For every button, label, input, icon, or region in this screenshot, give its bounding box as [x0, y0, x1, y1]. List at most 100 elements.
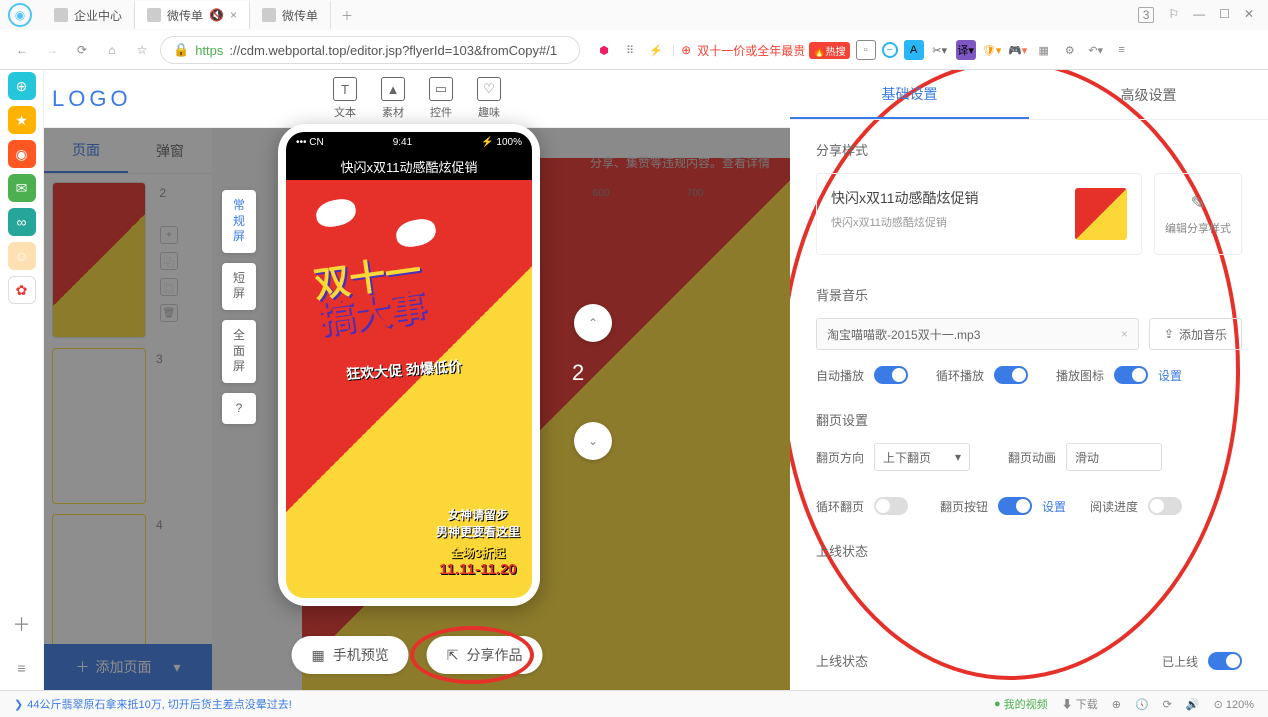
tab-enterprise[interactable]: 企业中心 — [42, 1, 135, 29]
os-add-icon[interactable]: ＋ — [8, 610, 36, 638]
clear-icon[interactable]: × — [1121, 327, 1128, 341]
news-ticker[interactable]: 44公斤翡翠原石拿来抵10万, 切开后货主差点没晕过去! — [27, 696, 292, 712]
ext-gear-icon[interactable]: ⚙ — [1060, 40, 1080, 60]
os-mail-icon[interactable]: ✉ — [8, 174, 36, 202]
badge-icon: 3 — [1138, 7, 1155, 23]
edit-icon: ✎ — [1190, 193, 1205, 214]
my-video-button[interactable]: ● 我的视频 — [994, 696, 1048, 712]
os-weibo-icon[interactable]: ◉ — [8, 140, 36, 168]
status-icon-2[interactable]: 🕔 — [1135, 698, 1149, 711]
page-btn-toggle[interactable] — [998, 497, 1032, 515]
scissors-icon[interactable]: ✂▾ — [930, 40, 950, 60]
autoplay-label: 自动播放 — [816, 367, 864, 384]
os-app-6-icon[interactable]: ☺ — [8, 242, 36, 270]
url-input[interactable]: 🔒 https://cdm.webportal.top/editor.jsp?f… — [160, 36, 580, 64]
maximize-icon[interactable]: ☐ — [1219, 7, 1230, 23]
minimize-icon[interactable]: — — [1193, 7, 1205, 23]
star-button[interactable]: ☆ — [130, 38, 154, 62]
control-icon: ▭ — [429, 77, 453, 101]
mute-icon[interactable]: 🔇 — [209, 8, 224, 22]
os-app-7-icon[interactable]: ✿ — [8, 276, 36, 304]
ext-purple-icon[interactable]: 译▾ — [956, 40, 976, 60]
ext-icon-2[interactable]: ⠿ — [620, 40, 640, 60]
status-volume-icon[interactable]: 🔊 — [1186, 698, 1200, 711]
tab-advanced-settings[interactable]: 高级设置 — [1029, 70, 1268, 119]
screen-help-button[interactable]: ? — [222, 393, 256, 425]
close-window-icon[interactable]: ✕ — [1244, 7, 1254, 23]
tab-flyer-2[interactable]: 微传单 — [250, 1, 331, 29]
pin-icon[interactable]: ⚐ — [1168, 7, 1179, 23]
chevron-down-icon: ▾ — [955, 450, 961, 464]
phone-preview: ••• CN9:41⚡ 100% 快闪x双11动感酷炫促销 双十一搞大事 狂欢大… — [278, 124, 540, 606]
edit-share-button[interactable]: ✎ 编辑分享样式 — [1154, 173, 1242, 255]
home-button[interactable]: ⌂ — [100, 38, 124, 62]
phone-poster: 双十一搞大事 狂欢大促 劲爆低价 女神请留步 男神更要看这里 全场3折起 11.… — [286, 180, 532, 598]
os-app-2-icon[interactable]: ★ — [8, 106, 36, 134]
page-loop-label: 循环翻页 — [816, 498, 864, 515]
screen-short-button[interactable]: 短 屏 — [222, 263, 256, 310]
page-btn-label: 翻页按钮 — [940, 498, 988, 515]
os-cloud-icon[interactable]: ∞ — [8, 208, 36, 236]
playicon-toggle[interactable] — [1114, 366, 1148, 384]
page-up-button[interactable]: ⌃ — [574, 304, 612, 342]
read-prog-toggle[interactable] — [1148, 497, 1182, 515]
ext-icon-1[interactable]: ⬢ — [594, 40, 614, 60]
app-logo: LOGO — [52, 86, 132, 112]
loop-toggle[interactable] — [994, 366, 1028, 384]
back-button[interactable]: ← — [10, 38, 34, 62]
page-icon — [147, 8, 161, 22]
trending-search[interactable]: 双十一价或全年最贵🔥热搜 — [697, 42, 849, 59]
new-tab-button[interactable]: ＋ — [331, 7, 363, 24]
share-card[interactable]: 快闪x双11动感酷炫促销 快闪x双11动感酷炫促销 — [816, 173, 1142, 255]
ext-undo-icon[interactable]: ↶▾ — [1086, 40, 1106, 60]
ext-box-icon[interactable]: ▫ — [856, 40, 876, 60]
ext-menu-icon[interactable]: ≡ — [1112, 40, 1132, 60]
os-sidebar: ⊕ ★ ◉ ✉ ∞ ☺ ✿ ＋ ≡ — [0, 70, 44, 690]
status-icon-1[interactable]: ⊕ — [1112, 698, 1121, 711]
image-icon: ▲ — [381, 77, 405, 101]
tab-basic-settings[interactable]: 基础设置 — [790, 70, 1029, 119]
bgm-file-input[interactable]: 淘宝喵喵歌-2015双十一.mp3 × — [816, 318, 1139, 350]
phone-title: 快闪x双11动感酷炫促销 — [286, 152, 532, 180]
ext-icon-3[interactable]: ⚡ — [646, 40, 666, 60]
ext-circle-icon[interactable]: − — [882, 42, 898, 58]
autoplay-toggle[interactable] — [874, 366, 908, 384]
screen-full-button[interactable]: 全 面 屏 — [222, 320, 256, 383]
tool-control[interactable]: ▭控件 — [429, 77, 453, 120]
editor-header: LOGO T文本 ▲素材 ▭控件 ♡趣味 — [44, 70, 790, 128]
tool-material[interactable]: ▲素材 — [381, 77, 405, 120]
loop-label: 循环播放 — [936, 367, 984, 384]
tab-flyer-active[interactable]: 微传单🔇× — [135, 1, 250, 29]
read-prog-label: 阅读进度 — [1090, 498, 1138, 515]
ext-a-icon[interactable]: A — [904, 40, 924, 60]
qr-icon: ▦ — [312, 647, 325, 664]
ext-grid-icon[interactable]: ▦ — [1034, 40, 1054, 60]
os-menu-icon[interactable]: ≡ — [8, 654, 36, 682]
bgm-label: 背景音乐 — [816, 285, 1242, 304]
address-bar: ← → ⟳ ⌂ ☆ 🔒 https://cdm.webportal.top/ed… — [0, 30, 1268, 70]
ext-shield-icon[interactable]: 🛡▾ — [982, 40, 1002, 60]
screen-normal-button[interactable]: 常 规 屏 — [222, 190, 256, 253]
page-anim-select[interactable]: 滑动 — [1066, 443, 1162, 471]
forward-button[interactable]: → — [40, 38, 64, 62]
bgm-settings-link[interactable]: 设置 — [1158, 367, 1182, 384]
page-loop-toggle[interactable] — [874, 497, 908, 515]
page-down-button[interactable]: ⌄ — [574, 422, 612, 460]
close-icon[interactable]: × — [230, 8, 237, 22]
phone-preview-button[interactable]: ▦手机预览 — [292, 636, 409, 674]
os-app-1-icon[interactable]: ⊕ — [8, 72, 36, 100]
search-icon[interactable]: ⊕ — [681, 43, 691, 57]
publish-section-label: 上线状态 — [816, 651, 868, 670]
tool-fun[interactable]: ♡趣味 — [477, 77, 501, 120]
publish-toggle[interactable] — [1208, 652, 1242, 670]
page-dir-select[interactable]: 上下翻页▾ — [874, 443, 970, 471]
reload-button[interactable]: ⟳ — [70, 38, 94, 62]
add-music-button[interactable]: ⇪添加音乐 — [1149, 318, 1242, 350]
download-button[interactable]: ⬇ 下载 — [1062, 696, 1098, 712]
tool-text[interactable]: T文本 — [333, 77, 357, 120]
ext-game-icon[interactable]: 🎮▾ — [1008, 40, 1028, 60]
status-icon-3[interactable]: ⟳ — [1163, 698, 1172, 711]
zoom-level[interactable]: ⊙ 120% — [1214, 698, 1254, 711]
published-label: 已上线 — [1162, 653, 1198, 670]
page-btn-settings-link[interactable]: 设置 — [1042, 498, 1066, 515]
